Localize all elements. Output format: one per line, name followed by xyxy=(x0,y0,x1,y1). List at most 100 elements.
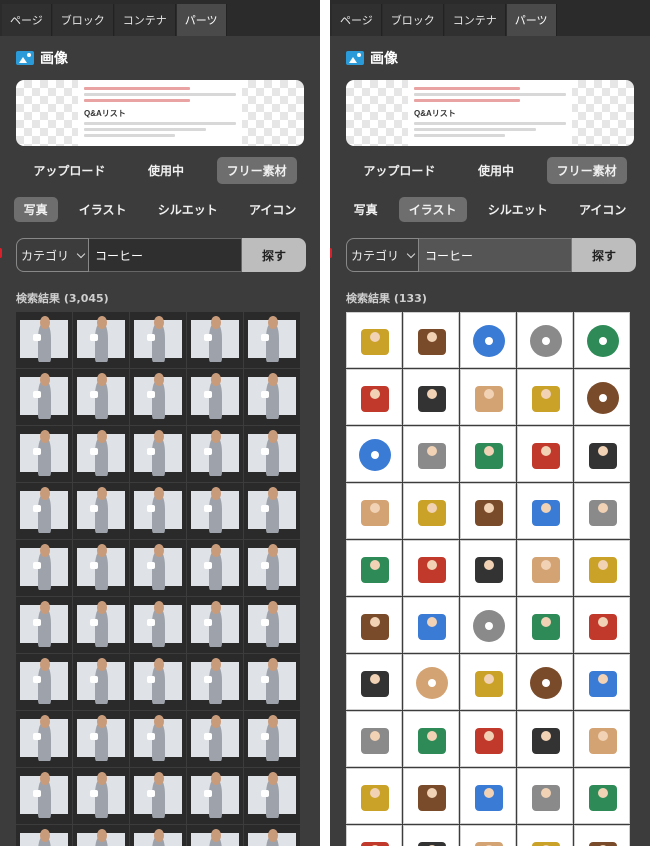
illustration-thumbnail[interactable] xyxy=(517,768,573,824)
photo-thumbnail[interactable] xyxy=(16,825,72,846)
illustration-thumbnail[interactable] xyxy=(574,597,630,653)
photo-thumbnail[interactable] xyxy=(130,369,186,425)
illustration-thumbnail[interactable] xyxy=(574,426,630,482)
photo-thumbnail[interactable] xyxy=(73,312,129,368)
tab-block[interactable]: ブロック xyxy=(382,4,444,36)
photo-thumbnail[interactable] xyxy=(130,825,186,846)
free-material-button[interactable]: フリー素材 xyxy=(216,156,297,184)
photo-thumbnail[interactable] xyxy=(130,426,186,482)
illustration-thumbnail[interactable] xyxy=(346,654,402,710)
illustration-thumbnail[interactable] xyxy=(517,426,573,482)
illustration-thumbnail[interactable] xyxy=(460,426,516,482)
illustration-thumbnail[interactable] xyxy=(346,540,402,596)
photo-thumbnail[interactable] xyxy=(16,540,72,596)
illustration-thumbnail[interactable] xyxy=(574,825,630,846)
free-material-button[interactable]: フリー素材 xyxy=(546,156,627,184)
photo-thumbnail[interactable] xyxy=(187,312,243,368)
photo-thumbnail[interactable] xyxy=(130,768,186,824)
photo-thumbnail[interactable] xyxy=(244,369,300,425)
category-illustration[interactable]: イラスト xyxy=(398,196,467,222)
search-input[interactable]: コーヒー xyxy=(419,238,572,272)
illustration-thumbnail[interactable] xyxy=(574,654,630,710)
photo-thumbnail[interactable] xyxy=(16,654,72,710)
illustration-thumbnail[interactable] xyxy=(517,597,573,653)
tab-page[interactable]: ページ xyxy=(2,4,52,36)
photo-thumbnail[interactable] xyxy=(244,654,300,710)
illustration-thumbnail[interactable] xyxy=(346,711,402,767)
tab-container[interactable]: コンテナ xyxy=(114,4,176,36)
category-photo[interactable]: 写真 xyxy=(344,197,388,222)
illustration-thumbnail[interactable] xyxy=(403,825,459,846)
category-silhouette[interactable]: シルエット xyxy=(148,197,228,222)
photo-thumbnail[interactable] xyxy=(73,825,129,846)
photo-thumbnail[interactable] xyxy=(16,597,72,653)
photo-thumbnail[interactable] xyxy=(187,825,243,846)
photo-thumbnail[interactable] xyxy=(130,597,186,653)
illustration-thumbnail[interactable] xyxy=(574,312,630,368)
photo-thumbnail[interactable] xyxy=(130,711,186,767)
illustration-thumbnail[interactable] xyxy=(403,654,459,710)
illustration-thumbnail[interactable] xyxy=(403,483,459,539)
photo-thumbnail[interactable] xyxy=(187,654,243,710)
illustration-thumbnail[interactable] xyxy=(460,654,516,710)
illustration-thumbnail[interactable] xyxy=(403,768,459,824)
photo-thumbnail[interactable] xyxy=(73,540,129,596)
photo-thumbnail[interactable] xyxy=(244,312,300,368)
illustration-thumbnail[interactable] xyxy=(403,426,459,482)
search-input[interactable]: コーヒー xyxy=(89,238,242,272)
photo-thumbnail[interactable] xyxy=(244,768,300,824)
photo-thumbnail[interactable] xyxy=(187,540,243,596)
upload-button[interactable]: アップロード xyxy=(23,157,115,184)
category-illustration[interactable]: イラスト xyxy=(69,197,137,222)
illustration-thumbnail[interactable] xyxy=(346,369,402,425)
photo-thumbnail[interactable] xyxy=(73,597,129,653)
illustration-thumbnail[interactable] xyxy=(574,711,630,767)
photo-thumbnail[interactable] xyxy=(187,711,243,767)
illustration-thumbnail[interactable] xyxy=(460,825,516,846)
search-button[interactable]: 探す xyxy=(572,238,636,272)
category-icon[interactable]: アイコン xyxy=(239,197,306,222)
tab-parts[interactable]: パーツ xyxy=(506,4,557,36)
photo-thumbnail[interactable] xyxy=(16,312,72,368)
illustration-thumbnail[interactable] xyxy=(346,597,402,653)
illustration-thumbnail[interactable] xyxy=(574,483,630,539)
illustration-thumbnail[interactable] xyxy=(346,312,402,368)
category-select[interactable]: カテゴリ xyxy=(346,238,419,272)
image-preview[interactable]: Q&Aリスト xyxy=(346,80,634,146)
illustration-thumbnail[interactable] xyxy=(460,312,516,368)
photo-thumbnail[interactable] xyxy=(244,825,300,846)
tab-parts[interactable]: パーツ xyxy=(176,4,227,36)
illustration-thumbnail[interactable] xyxy=(574,768,630,824)
photo-thumbnail[interactable] xyxy=(244,483,300,539)
photo-thumbnail[interactable] xyxy=(130,540,186,596)
photo-thumbnail[interactable] xyxy=(130,654,186,710)
illustration-thumbnail[interactable] xyxy=(517,540,573,596)
illustration-thumbnail[interactable] xyxy=(517,654,573,710)
illustration-thumbnail[interactable] xyxy=(460,483,516,539)
in-use-button[interactable]: 使用中 xyxy=(138,157,194,184)
photo-thumbnail[interactable] xyxy=(73,711,129,767)
illustration-thumbnail[interactable] xyxy=(346,426,402,482)
photo-thumbnail[interactable] xyxy=(73,654,129,710)
in-use-button[interactable]: 使用中 xyxy=(468,157,524,184)
category-photo[interactable]: 写真 xyxy=(13,196,58,222)
upload-button[interactable]: アップロード xyxy=(353,157,445,184)
photo-thumbnail[interactable] xyxy=(16,426,72,482)
illustration-thumbnail[interactable] xyxy=(517,825,573,846)
illustration-thumbnail[interactable] xyxy=(403,540,459,596)
illustration-thumbnail[interactable] xyxy=(403,711,459,767)
photo-thumbnail[interactable] xyxy=(244,540,300,596)
category-select[interactable]: カテゴリ xyxy=(16,238,89,272)
photo-thumbnail[interactable] xyxy=(73,369,129,425)
illustration-thumbnail[interactable] xyxy=(460,597,516,653)
illustration-thumbnail[interactable] xyxy=(574,369,630,425)
illustration-thumbnail[interactable] xyxy=(403,369,459,425)
illustration-thumbnail[interactable] xyxy=(460,369,516,425)
category-silhouette[interactable]: シルエット xyxy=(478,197,558,222)
tab-block[interactable]: ブロック xyxy=(52,4,114,36)
photo-thumbnail[interactable] xyxy=(16,768,72,824)
photo-thumbnail[interactable] xyxy=(244,597,300,653)
photo-thumbnail[interactable] xyxy=(187,597,243,653)
photo-thumbnail[interactable] xyxy=(73,768,129,824)
illustration-thumbnail[interactable] xyxy=(346,825,402,846)
